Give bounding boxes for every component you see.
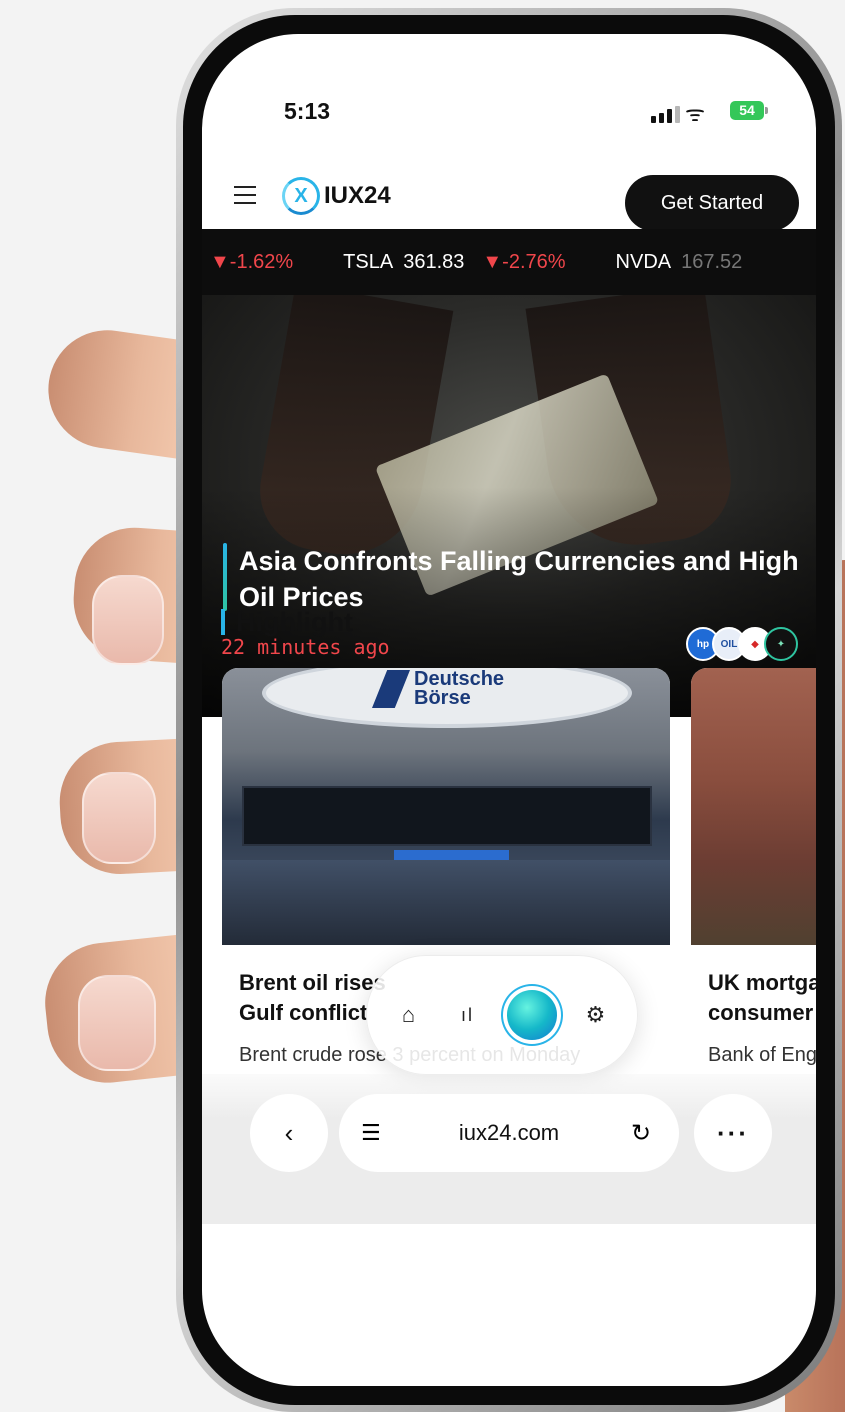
- site-logo[interactable]: X IUX24: [282, 177, 391, 215]
- card-title-line: consumer: [708, 1000, 814, 1025]
- logo-text: IUX24: [324, 182, 391, 209]
- address-bar[interactable]: ☰ iux24.com ↻: [339, 1094, 679, 1172]
- reload-icon[interactable]: ↻: [631, 1119, 657, 1148]
- ticker-price: 167.52: [681, 250, 743, 273]
- phone-screen: 5:13 ᯤ 54 X IUX24 Get Started ▼-1.62% TS…: [202, 34, 816, 1386]
- logo-mark-icon: X: [282, 177, 320, 215]
- hero-article[interactable]: Asia Confronts Falling Currencies and Hi…: [202, 295, 816, 717]
- nail-pinky: [78, 975, 156, 1071]
- ticker-price: 361.83: [403, 250, 465, 273]
- battery-icon: 54: [730, 101, 768, 120]
- settings-icon[interactable]: ⚙: [576, 995, 616, 1035]
- wifi-icon: ᯤ: [685, 101, 706, 126]
- card-summary: Bank of England: [708, 1044, 816, 1066]
- chart-icon[interactable]: ıl: [448, 995, 488, 1035]
- phone-bezel: 5:13 ᯤ 54 X IUX24 Get Started ▼-1.62% TS…: [183, 15, 835, 1405]
- hero-accent-bar: [223, 543, 227, 611]
- source-avatars: hp OIL ◆ ✦: [686, 627, 798, 661]
- brand-text: Deutsche Börse: [414, 668, 505, 709]
- ticker-change: ▼-1.62%: [210, 250, 294, 273]
- section-title-highlight: Highlight: [236, 607, 353, 637]
- tab-overview-icon[interactable]: ☰: [361, 1120, 387, 1146]
- ticker-change: ▼-2.76%: [482, 250, 566, 273]
- section-accent-bar: [221, 609, 225, 635]
- hero-title[interactable]: Asia Confronts Falling Currencies and Hi…: [239, 543, 799, 615]
- floating-nav: ⌂ ıl ⚙: [366, 955, 638, 1075]
- source-avatar: ✦: [764, 627, 798, 661]
- card-image: Deutsche Börse: [222, 668, 670, 945]
- more-button[interactable]: ···: [694, 1094, 772, 1172]
- brand-mark-icon: [372, 670, 410, 708]
- signal-icon: [651, 106, 680, 123]
- back-button[interactable]: ‹: [250, 1094, 328, 1172]
- hamburger-menu-icon[interactable]: [234, 186, 256, 210]
- card-title[interactable]: UK mortgage consumer: [708, 968, 816, 1028]
- stock-ticker: ▼-1.62% TSLA 361.83 ▼-2.76% NVDA 167.52: [202, 229, 816, 295]
- url-text: iux24.com: [458, 1120, 560, 1145]
- card-image: [691, 668, 816, 945]
- trading-screens: [242, 786, 652, 884]
- home-icon[interactable]: ⌂: [389, 995, 429, 1035]
- nail-middle: [92, 575, 164, 665]
- status-time: 5:13: [284, 98, 331, 124]
- status-bar: 5:13 ᯤ 54: [202, 34, 816, 144]
- ticker-symbol[interactable]: NVDA: [616, 251, 672, 274]
- deutsche-boerse-logo: Deutsche Börse: [372, 668, 524, 709]
- assistant-orb-button[interactable]: [506, 990, 557, 1040]
- trading-desks: [222, 860, 670, 945]
- get-started-button[interactable]: Get Started: [625, 175, 799, 231]
- card-title-line: UK mortgage: [708, 970, 816, 995]
- phone-frame: 5:13 ᯤ 54 X IUX24 Get Started ▼-1.62% TS…: [176, 8, 842, 1412]
- nail-ring: [82, 772, 156, 864]
- hero-timestamp: 22 minutes ago: [221, 635, 390, 659]
- ticker-symbol[interactable]: TSLA: [343, 251, 393, 274]
- site-header: X IUX24 Get Started: [202, 164, 816, 231]
- highlight-card[interactable]: UK mortgage consumer Bank of England: [691, 668, 816, 1088]
